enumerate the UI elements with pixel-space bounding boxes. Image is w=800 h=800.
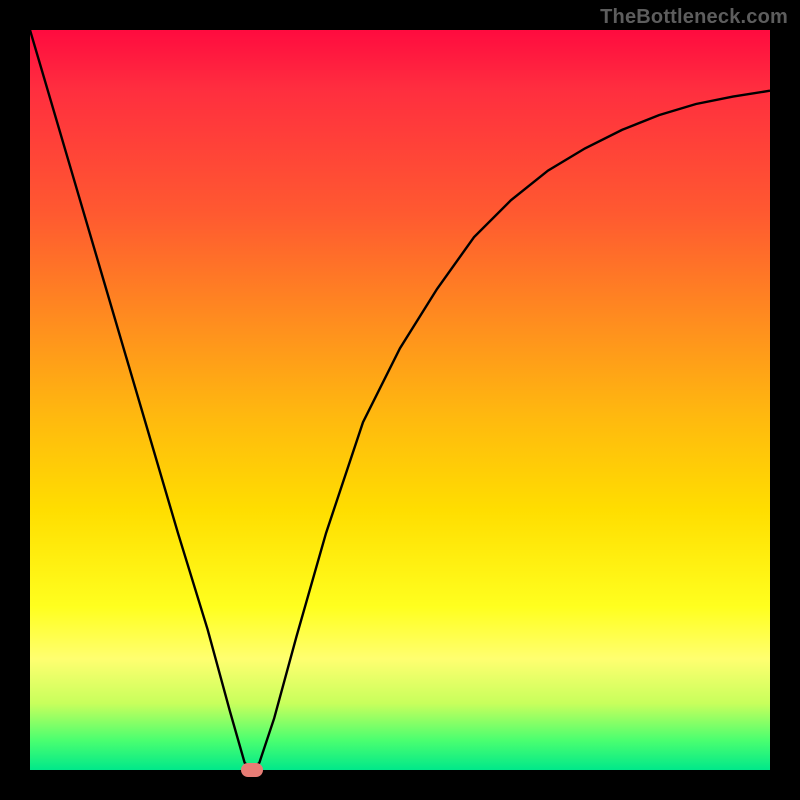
minimum-point-marker: [241, 763, 263, 777]
chart-frame: TheBottleneck.com: [0, 0, 800, 800]
curve-svg: [30, 30, 770, 770]
bottleneck-curve: [30, 30, 770, 770]
watermark-text: TheBottleneck.com: [600, 6, 788, 29]
plot-area: [30, 30, 770, 770]
